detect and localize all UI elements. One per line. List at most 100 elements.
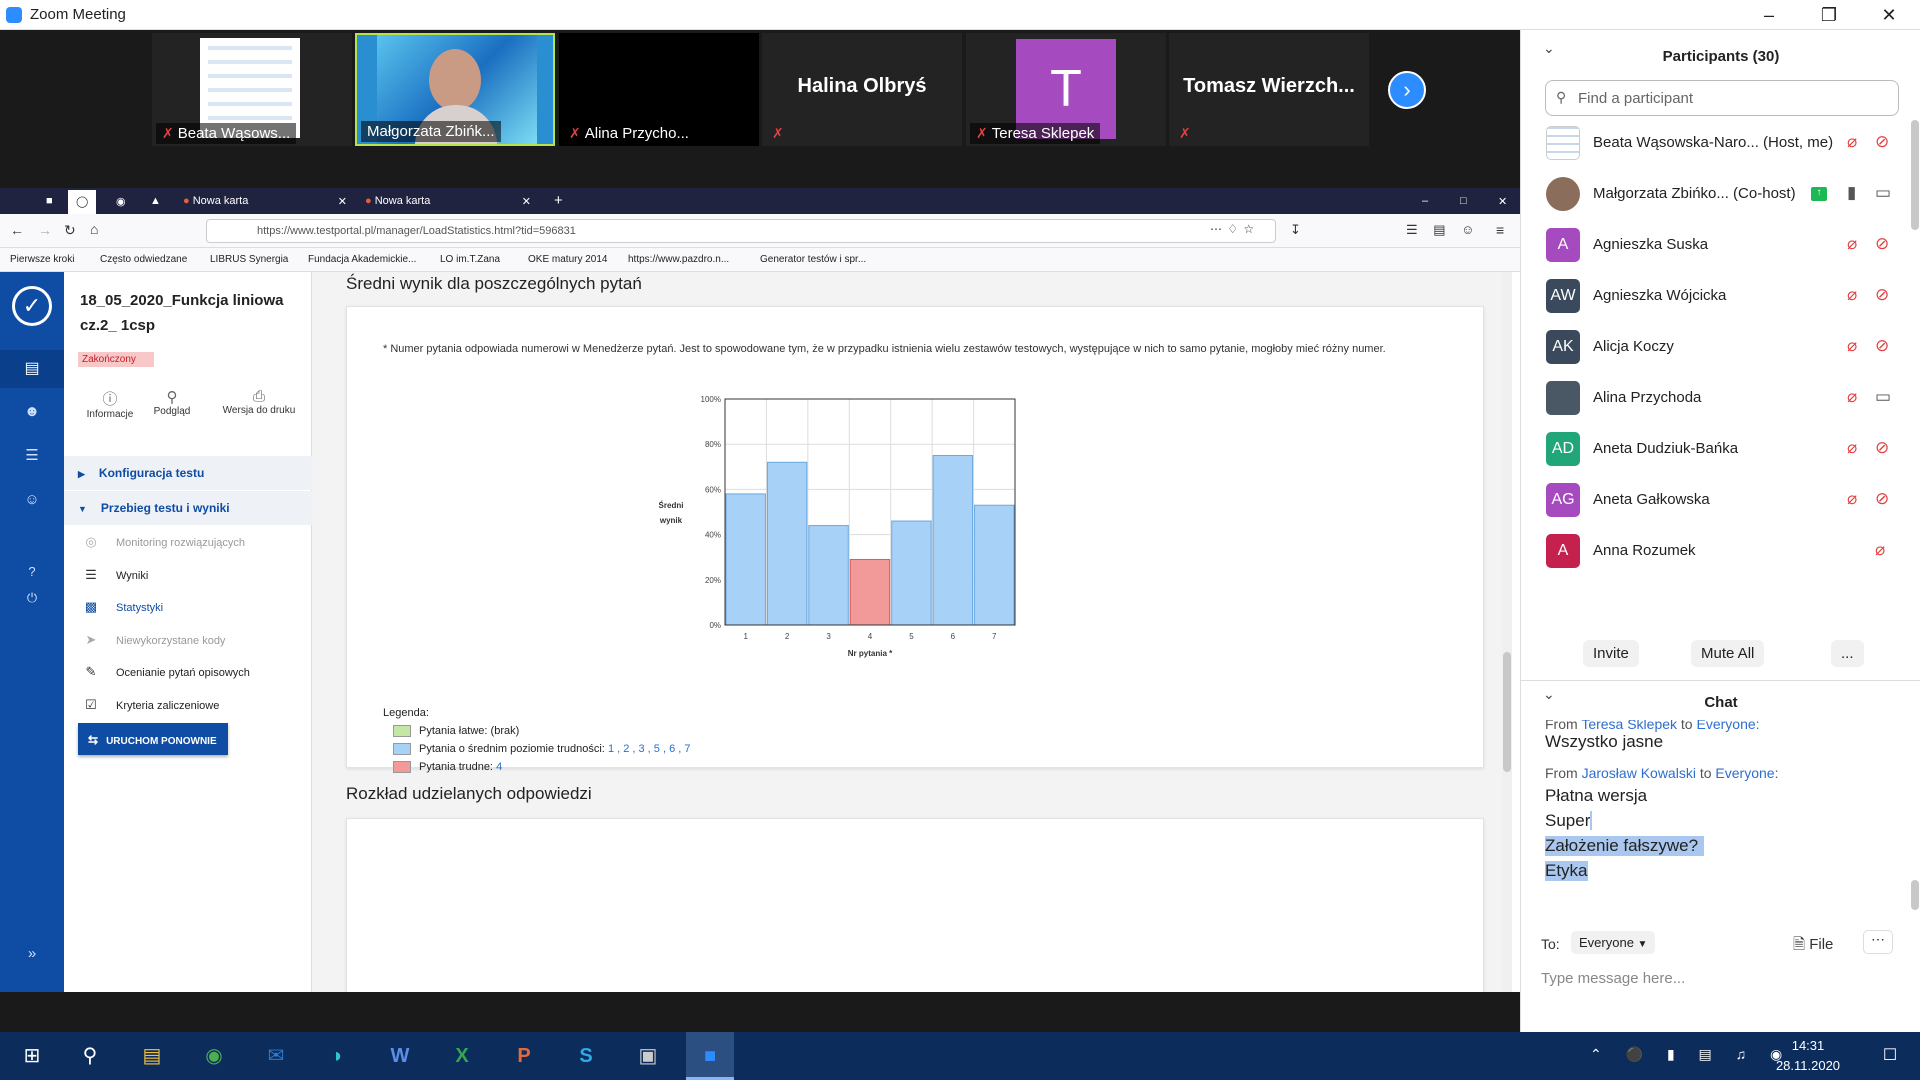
bookmark-4[interactable]: Fundacja Akademickie...	[308, 254, 416, 265]
participant-row[interactable]: A Agnieszka Suska ⌀ ⊘	[1521, 220, 1920, 271]
page-scrollbar[interactable]	[1502, 272, 1512, 992]
pinned-tab-active[interactable]: ◯	[68, 190, 97, 214]
bookmark-5[interactable]: LO im.T.Zana	[440, 254, 500, 265]
section-konfiguracja[interactable]: ▶ Konfiguracja testu	[64, 456, 312, 490]
menu-monitoring[interactable]: ◎ Monitoring rozwiązujących	[64, 534, 312, 550]
power-icon[interactable]: ⏻	[0, 584, 64, 612]
video-tile-1[interactable]: ✗ Beata Wąsows...	[152, 33, 352, 146]
browser-maximize-icon[interactable]: □	[1452, 190, 1475, 214]
excel-icon[interactable]: X	[438, 1032, 486, 1080]
testportal-logo-icon[interactable]: ✓	[12, 286, 52, 326]
video-tile-6[interactable]: Tomasz Wierzch... ✗	[1169, 33, 1369, 146]
pinned-tab-1[interactable]: ■	[38, 190, 61, 214]
browser-tab-2[interactable]: ● Nowa karta ✕	[357, 190, 539, 214]
mic-muted-icon[interactable]: ⌀	[1847, 132, 1857, 152]
users-nav-icon[interactable]: ☻	[0, 394, 64, 430]
video-tile-3[interactable]: ✗ Alina Przycho...	[559, 33, 759, 146]
recipient-select[interactable]: Everyone ▼	[1571, 931, 1656, 954]
reload-icon[interactable]: ↻	[64, 222, 76, 239]
video-tile-5[interactable]: T ✗ Teresa Sklepek	[966, 33, 1166, 146]
mic-muted-icon[interactable]: ⌀	[1847, 336, 1857, 356]
system-tray-icons[interactable]: ⌃ ⚫ ▮ ▤ ♫ ◉	[1590, 1046, 1792, 1063]
clock-date[interactable]: 28.11.2020	[1768, 1058, 1848, 1073]
mic-muted-icon[interactable]: ⌀	[1847, 387, 1857, 407]
chat-message-input[interactable]: Type message here...	[1541, 970, 1901, 987]
download-icon[interactable]: ↧	[1290, 222, 1301, 238]
bookmark-7[interactable]: https://www.pazdro.n...	[628, 254, 729, 265]
menu-wyniki[interactable]: ☰ Wyniki	[64, 567, 312, 583]
participant-row[interactable]: AK Alicja Koczy ⌀ ⊘	[1521, 322, 1920, 373]
restore-icon[interactable]: ❐	[1806, 2, 1852, 28]
participant-row[interactable]: AW Agnieszka Wójcicka ⌀ ⊘	[1521, 271, 1920, 322]
menu-ocenianie[interactable]: ✎ Ocenianie pytań opisowych	[64, 664, 312, 680]
mic-muted-icon[interactable]: ⌀	[1847, 285, 1857, 305]
bookmark-2[interactable]: Często odwiedzane	[100, 254, 187, 265]
participant-row[interactable]: Beata Wąsowska-Naro... (Host, me) ⌀ ⊘	[1521, 118, 1920, 169]
file-explorer-icon[interactable]: ▤	[128, 1032, 176, 1080]
menu-hamburger-icon[interactable]: ≡	[1496, 222, 1504, 238]
camera-off-icon[interactable]: ⊘	[1875, 336, 1889, 356]
zoom-taskbar-icon[interactable]: ■	[686, 1032, 734, 1080]
more-options-button[interactable]: ...	[1831, 640, 1864, 667]
edge-icon[interactable]: ◗	[314, 1032, 362, 1080]
camera-off-icon[interactable]: ⊘	[1875, 438, 1889, 458]
participant-search-input[interactable]: ⚲ Find a participant	[1545, 80, 1899, 116]
camera-off-icon[interactable]: ⊘	[1875, 234, 1889, 254]
camera-off-icon[interactable]: ⊘	[1875, 489, 1889, 509]
invite-button[interactable]: Invite	[1583, 640, 1639, 667]
bookmark-6[interactable]: OKE matury 2014	[528, 254, 607, 265]
powerpoint-icon[interactable]: P	[500, 1032, 548, 1080]
bookmark-3[interactable]: LIBRUS Synergia	[210, 254, 288, 265]
mic-muted-icon[interactable]: ⌀	[1847, 489, 1857, 509]
menu-kryteria[interactable]: ☑ Kryteria zaliczeniowe	[64, 697, 312, 713]
print-button[interactable]: ⎙ Wersja do druku	[214, 388, 304, 416]
video-tile-2[interactable]: Małgorzata Zbińk...	[355, 33, 555, 146]
tab-close-icon[interactable]: ✕	[522, 195, 531, 208]
participant-row[interactable]: Małgorzata Zbińko... (Co-host) ↑ ▮ ▭	[1521, 169, 1920, 220]
browser-tab-1[interactable]: ● Nowa karta ✕	[175, 190, 355, 214]
toolbar-icons[interactable]: ☰ ▤ ☺	[1406, 222, 1480, 238]
participant-row[interactable]: AG Aneta Gałkowska ⌀ ⊘	[1521, 475, 1920, 526]
participant-row[interactable]: A Anna Rozumek ⌀	[1521, 526, 1920, 577]
expand-rail-icon[interactable]: »	[0, 940, 64, 968]
minimize-icon[interactable]: –	[1746, 2, 1792, 28]
menu-kody[interactable]: ➤ Niewykorzystane kody	[64, 632, 312, 648]
legend-medium-links[interactable]: 1 , 2 , 3 , 5 , 6 , 7	[608, 743, 691, 755]
clock-time[interactable]: 14:31	[1768, 1038, 1848, 1053]
chrome-icon[interactable]: ◉	[190, 1032, 238, 1080]
mic-muted-icon[interactable]: ⌀	[1875, 540, 1885, 560]
mic-on-icon[interactable]: ▮	[1847, 183, 1856, 203]
close-icon[interactable]: ✕	[1866, 2, 1912, 28]
menu-statystyki[interactable]: ▩ Statystyki	[64, 599, 312, 615]
windows-start-icon[interactable]: ⊞	[8, 1032, 56, 1080]
notifications-icon[interactable]: ☐	[1866, 1032, 1914, 1080]
mic-muted-icon[interactable]: ⌀	[1847, 234, 1857, 254]
legend-hard-links[interactable]: 4	[496, 761, 502, 773]
browser-close-icon[interactable]: ✕	[1490, 190, 1515, 214]
info-button[interactable]: ⓘ Informacje	[82, 388, 138, 420]
tests-nav-icon[interactable]: ▤	[0, 350, 64, 388]
camera-off-icon[interactable]: ⊘	[1875, 132, 1889, 152]
video-tile-4[interactable]: Halina Olbryś ✗	[762, 33, 962, 146]
list-nav-icon[interactable]: ☰	[0, 438, 64, 474]
preview-button[interactable]: ⚲ Podgląd	[144, 388, 200, 417]
mute-all-button[interactable]: Mute All	[1691, 640, 1765, 667]
new-tab-plus-icon[interactable]: +	[546, 190, 571, 214]
participant-row[interactable]: Alina Przychoda ⌀ ▭	[1521, 373, 1920, 424]
home-icon[interactable]: ⌂	[90, 221, 98, 237]
participant-row[interactable]: AD Aneta Dudziuk-Bańka ⌀ ⊘	[1521, 424, 1920, 475]
tab-close-icon[interactable]: ✕	[338, 195, 347, 208]
camera-on-icon[interactable]: ▭	[1875, 183, 1891, 203]
next-page-arrow-icon[interactable]: ›	[1388, 71, 1426, 109]
forward-arrow-icon[interactable]: →	[38, 222, 52, 238]
page-actions-icon[interactable]: ⋯ ♢ ☆	[1210, 222, 1255, 236]
outlook-icon[interactable]: ✉	[252, 1032, 300, 1080]
chat-scrollbar[interactable]	[1911, 880, 1919, 910]
pinned-tab-3[interactable]: ▲	[142, 190, 169, 214]
search-icon[interactable]: ⚲	[66, 1032, 114, 1080]
url-bar[interactable]: https://www.testportal.pl/manager/LoadSt…	[206, 219, 1276, 243]
camera-off-icon[interactable]: ⊘	[1875, 285, 1889, 305]
account-nav-icon[interactable]: ☺	[0, 482, 64, 518]
file-button[interactable]: 🗎 File	[1793, 934, 1833, 959]
participants-scrollbar[interactable]	[1911, 120, 1919, 230]
